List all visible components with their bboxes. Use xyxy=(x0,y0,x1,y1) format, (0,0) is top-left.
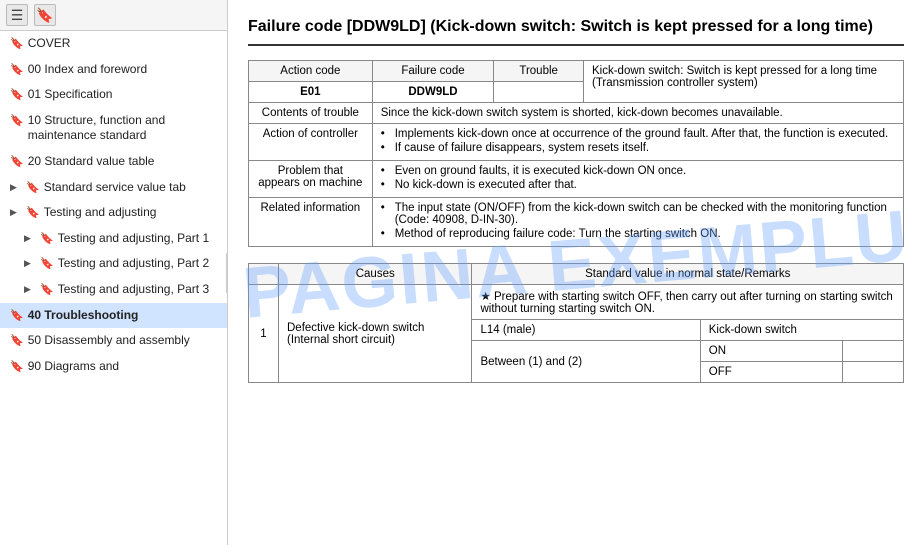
bookmark-icon[interactable]: 🔖 xyxy=(34,4,56,26)
bookmark-icon: 🔖 xyxy=(10,88,24,101)
arrow-icon: ▶ xyxy=(10,207,20,218)
sidebar-item-label: COVER xyxy=(28,36,221,52)
bookmark-icon: 🔖 xyxy=(26,206,40,219)
number-header xyxy=(249,264,279,285)
sidebar-item-01-spec[interactable]: 🔖 01 Specification xyxy=(0,82,227,108)
bookmark-icon: 🔖 xyxy=(10,334,24,347)
sidebar-item-10-structure[interactable]: 🔖 10 Structure, function and maintenance … xyxy=(0,108,227,149)
sidebar-item-label: Testing and adjusting, Part 3 xyxy=(58,282,221,298)
sidebar-item-40-trouble[interactable]: 🔖 40 Troubleshooting xyxy=(0,303,227,329)
bookmark-icon: 🔖 xyxy=(10,114,24,127)
sidebar-item-00-index[interactable]: 🔖 00 Index and foreword xyxy=(0,57,227,83)
menu-icon[interactable]: ☰ xyxy=(6,4,28,26)
bookmark-icon: 🔖 xyxy=(40,232,54,245)
sidebar-item-label: 20 Standard value table xyxy=(28,154,221,170)
action-of-controller-content: Implements kick-down once at occurrence … xyxy=(372,124,903,161)
related-info-label: Related information xyxy=(249,198,373,247)
sidebar-item-label: 00 Index and foreword xyxy=(28,62,221,78)
bookmark-icon: 🔖 xyxy=(40,283,54,296)
arrow-icon: ▶ xyxy=(24,284,34,295)
trouble-description: Kick-down switch: Switch is kept pressed… xyxy=(584,61,904,103)
related-bullet-2: Method of reproducing failure code: Turn… xyxy=(381,228,895,240)
sidebar-item-testing-adj-2[interactable]: ▶ 🔖 Testing and adjusting, Part 2 xyxy=(0,251,227,277)
sidebar-item-label: Testing and adjusting, Part 2 xyxy=(58,256,221,272)
off-value xyxy=(843,362,904,383)
sidebar-item-label: Testing and adjusting, Part 1 xyxy=(58,231,221,247)
action-of-controller-label: Action of controller xyxy=(249,124,373,161)
contents-of-trouble-text: Since the kick-down switch system is sho… xyxy=(372,103,903,124)
sidebar-nav: 🔖 COVER 🔖 00 Index and foreword 🔖 01 Specific… xyxy=(0,31,227,379)
sidebar-item-20-standard[interactable]: 🔖 20 Standard value table xyxy=(0,149,227,175)
between-label: Between (1) and (2) xyxy=(472,341,700,383)
problem-bullet-2: No kick-down is executed after that. xyxy=(381,179,895,191)
sidebar-item-label: 40 Troubleshooting xyxy=(28,308,221,324)
sidebar-item-label: 50 Disassembly and assembly xyxy=(28,333,221,349)
sidebar-item-std-service[interactable]: ▶ 🔖 Standard service value tab xyxy=(0,175,227,201)
trouble-cell xyxy=(494,82,584,103)
cause-label: Defective kick-down switch (Internal sho… xyxy=(279,285,472,383)
sidebar-item-label: 90 Diagrams and xyxy=(28,359,221,375)
row-number: 1 xyxy=(249,285,279,383)
related-info-content: The input state (ON/OFF) from the kick-d… xyxy=(372,198,903,247)
failure-code-table: Action code Failure code Trouble Kick-do… xyxy=(248,60,904,247)
bookmark-icon: 🔖 xyxy=(10,63,24,76)
trouble-header: Trouble xyxy=(494,61,584,82)
action-bullet-1: Implements kick-down once at occurrence … xyxy=(381,128,895,140)
on-label: ON xyxy=(700,341,843,362)
problem-label: Problem that appears on machine xyxy=(249,161,373,198)
on-value xyxy=(843,341,904,362)
causes-table: Causes Standard value in normal state/Re… xyxy=(248,263,904,383)
contents-of-trouble-label: Contents of trouble xyxy=(249,103,373,124)
sidebar-item-50-disassembly[interactable]: 🔖 50 Disassembly and assembly xyxy=(0,328,227,354)
sidebar-item-cover[interactable]: 🔖 COVER xyxy=(0,31,227,57)
bookmark-icon: 🔖 xyxy=(10,360,24,373)
problem-content: Even on ground faults, it is executed ki… xyxy=(372,161,903,198)
kickdown-switch-label: Kick-down switch xyxy=(700,320,903,341)
prepare-text: ★ Prepare with starting switch OFF, then… xyxy=(472,285,904,320)
bookmark-icon: 🔖 xyxy=(10,155,24,168)
action-code-value: E01 xyxy=(249,82,373,103)
off-label: OFF xyxy=(700,362,843,383)
sidebar-item-90-diagrams[interactable]: 🔖 90 Diagrams and xyxy=(0,354,227,380)
sidebar-item-testing-adj-3[interactable]: ▶ 🔖 Testing and adjusting, Part 3 xyxy=(0,277,227,303)
failure-code-header: Failure code xyxy=(372,61,494,82)
page-title: Failure code [DDW9LD] (Kick-down switch:… xyxy=(248,16,904,46)
failure-code-value: DDW9LD xyxy=(372,82,494,103)
sidebar-item-testing-adj[interactable]: ▶ 🔖 Testing and adjusting xyxy=(0,200,227,226)
arrow-icon: ▶ xyxy=(24,233,34,244)
l14-label: L14 (male) xyxy=(472,320,700,341)
bookmark-icon: 🔖 xyxy=(40,257,54,270)
sidebar-item-label: Testing and adjusting xyxy=(44,205,221,221)
standard-value-header: Standard value in normal state/Remarks xyxy=(472,264,904,285)
sidebar-item-testing-adj-1[interactable]: ▶ 🔖 Testing and adjusting, Part 1 xyxy=(0,226,227,252)
action-code-header: Action code xyxy=(249,61,373,82)
arrow-icon: ▶ xyxy=(10,182,20,193)
problem-bullet-1: Even on ground faults, it is executed ki… xyxy=(381,165,895,177)
action-bullet-2: If cause of failure disappears, system r… xyxy=(381,142,895,154)
related-bullet-1: The input state (ON/OFF) from the kick-d… xyxy=(381,202,895,226)
main-content: PAGINA EXEMPLU Failure code [DDW9LD] (Ki… xyxy=(228,0,924,545)
causes-header: Causes xyxy=(279,264,472,285)
arrow-icon: ▶ xyxy=(24,258,34,269)
sidebar-item-label: 10 Structure, function and maintenance s… xyxy=(28,113,221,144)
sidebar-toolbar: ☰ 🔖 xyxy=(0,0,227,31)
sidebar-item-label: 01 Specification xyxy=(28,87,221,103)
bookmark-icon: 🔖 xyxy=(10,37,24,50)
sidebar-item-label: Standard service value tab xyxy=(44,180,221,196)
bookmark-icon: 🔖 xyxy=(10,309,24,322)
bookmark-icon: 🔖 xyxy=(26,181,40,194)
